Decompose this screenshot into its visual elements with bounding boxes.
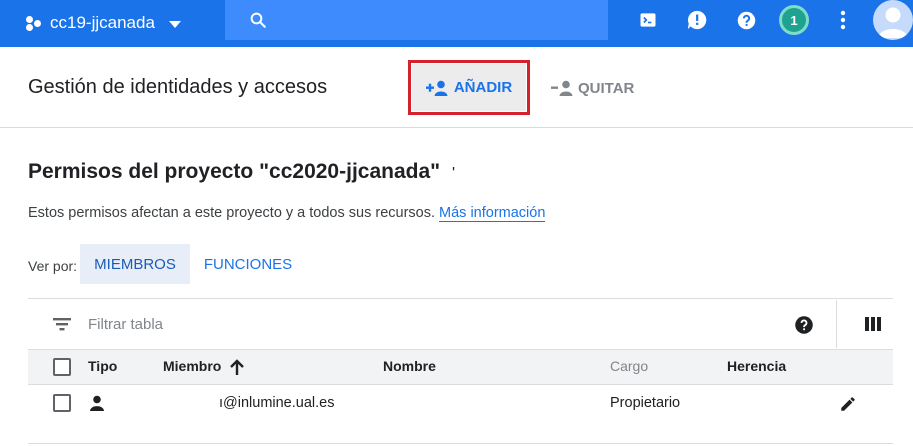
column-header-type[interactable]: Tipo bbox=[88, 358, 117, 374]
feedback-icon[interactable] bbox=[686, 9, 708, 31]
remove-button-label: QUITAR bbox=[578, 79, 635, 97]
person-remove-icon bbox=[551, 80, 573, 96]
search-bar[interactable] bbox=[225, 0, 608, 40]
top-app-bar: cc19-jjcanada 1 bbox=[0, 0, 913, 47]
search-icon bbox=[250, 12, 266, 28]
help-icon[interactable] bbox=[794, 315, 814, 335]
member-email: ı@inlumine.ual.es bbox=[219, 395, 335, 411]
add-button-label: AÑADIR bbox=[453, 79, 513, 96]
column-header-inheritance[interactable]: Herencia bbox=[727, 358, 786, 374]
dropdown-caret-icon bbox=[168, 20, 181, 28]
project-name: cc19-jjcanada bbox=[50, 13, 155, 32]
tab-roles[interactable]: FUNCIONES bbox=[194, 244, 302, 284]
column-header-name[interactable]: Nombre bbox=[383, 358, 436, 374]
select-all-checkbox[interactable] bbox=[53, 358, 71, 376]
person-add-icon bbox=[425, 80, 448, 96]
filter-icon bbox=[53, 318, 71, 331]
column-display-icon[interactable] bbox=[864, 316, 882, 332]
column-header-member[interactable]: Miembro bbox=[163, 358, 221, 374]
filter-table-input[interactable] bbox=[88, 314, 388, 334]
divider bbox=[0, 127, 913, 128]
title-tail-mark: ' bbox=[451, 165, 456, 182]
remove-member-button[interactable]: QUITAR bbox=[551, 76, 634, 100]
project-selector[interactable]: cc19-jjcanada bbox=[26, 10, 181, 36]
help-icon[interactable] bbox=[735, 9, 757, 31]
edit-icon[interactable] bbox=[839, 395, 857, 413]
person-icon bbox=[90, 395, 104, 411]
page-title: Gestión de identidades y accesos bbox=[28, 76, 328, 98]
section-description: Estos permisos afectan a este proyecto y… bbox=[28, 205, 546, 222]
row-checkbox[interactable] bbox=[53, 394, 71, 412]
add-member-button[interactable]: AÑADIR bbox=[412, 64, 526, 111]
column-header-role[interactable]: Cargo bbox=[610, 358, 648, 374]
view-by-label: Ver por: bbox=[28, 258, 78, 274]
divider bbox=[28, 443, 893, 444]
notification-badge[interactable]: 1 bbox=[779, 5, 809, 35]
section-title: Permisos del proyecto "cc2020-jjcanada" … bbox=[28, 160, 456, 183]
cloud-shell-icon[interactable] bbox=[637, 9, 659, 31]
more-vert-icon[interactable] bbox=[832, 9, 854, 31]
divider bbox=[836, 300, 837, 348]
sort-ascending-icon[interactable] bbox=[229, 358, 245, 376]
divider bbox=[28, 298, 893, 299]
tab-members[interactable]: MIEMBROS bbox=[80, 244, 190, 284]
more-info-link[interactable]: Más información bbox=[439, 205, 546, 222]
account-icon[interactable] bbox=[873, 0, 913, 40]
member-role: Propietario bbox=[610, 395, 681, 411]
project-dots-icon bbox=[26, 15, 44, 31]
